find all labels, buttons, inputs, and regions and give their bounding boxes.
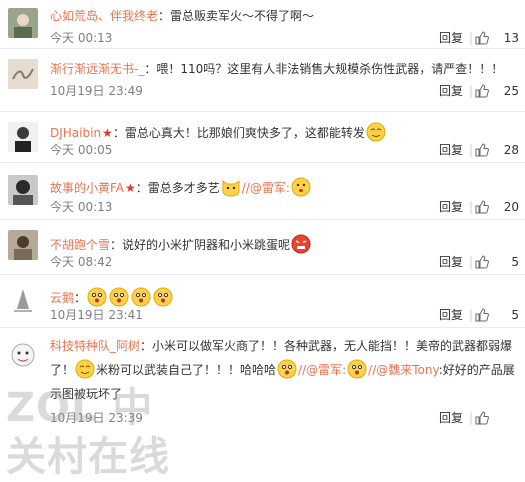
comment-time: 今天 08:42 [50,255,113,269]
smiley-emoji-icon [75,359,95,379]
reply-button[interactable]: 回复 [439,142,463,158]
avatar[interactable] [8,230,38,260]
like-button[interactable]: 25 [475,83,519,99]
comment-text: ：雷总贩卖军火～不得了啊～ [158,9,315,23]
reply-button[interactable]: 回复 [439,30,463,46]
avatar[interactable] [8,175,38,205]
comment-text: ：喂！110吗？这里有人非法销售大规模杀伤性武器，请严查！！！ [144,62,504,76]
comment-text: ： [74,291,87,305]
thumb-up-icon [475,411,489,425]
comment-username[interactable]: DJHaibin [50,126,101,140]
thumb-up-icon [475,143,489,157]
reply-button[interactable]: 回复 [439,254,463,270]
reply-button[interactable]: 回复 [439,83,463,99]
mention-link[interactable]: //@雷军: [298,363,346,377]
comment-username[interactable]: 不胡跑个雪 [50,238,110,252]
reply-button[interactable]: 回复 [439,307,463,323]
cat-emoji-icon [222,180,240,197]
surprised-emoji-icon [109,287,129,307]
like-button[interactable]: 20 [475,199,519,215]
comment-text-continued: 米粉可以武装自己了！！！哈哈哈 [96,363,277,377]
avatar[interactable] [8,122,38,152]
like-count: 20 [503,200,519,214]
surprised-emoji-icon [131,287,151,307]
smiley-emoji-icon [366,122,386,142]
surprised-emoji-icon [347,359,367,379]
like-button[interactable]: 13 [475,30,519,46]
thumb-up-icon [475,255,489,269]
divider: | [468,255,473,269]
divider: | [468,411,473,425]
comment-text: ：说好的小米扩阴器和小米跳蛋呢 [110,238,291,252]
comment-item: 科技特种队_阿树：小米可以做军火商了！！各种武器，无人能挡！！美帝的武器都弱爆了… [0,328,525,438]
comment-time: 10月19日 23:49 [50,84,143,98]
thumb-up-icon [475,31,489,45]
like-count: 5 [511,308,519,322]
comment-time: 10月19日 23:41 [50,308,143,322]
vip-badge-icon: ★ [102,126,113,140]
comment-text: ：雷总多才多艺 [135,181,220,195]
comment-username[interactable]: 心如荒岛、伴我终老 [50,9,158,23]
comment-time: 今天 00:13 [50,31,113,45]
like-button[interactable]: 5 [475,254,519,270]
avatar[interactable] [8,8,38,38]
comment-time: 今天 00:13 [50,200,113,214]
comment-item: 心如荒岛、伴我终老：雷总贩卖军火～不得了啊～ 今天 00:13 回复 | 13 [0,0,525,49]
like-count: 13 [503,31,519,45]
comment-item: 云鹅： 10月19日 23:41 回复 | 5 [0,275,525,328]
comment-username[interactable]: 故事的小黄FA [50,181,124,195]
like-button[interactable]: 5 [475,307,519,323]
mention-link[interactable]: //@魏来Tony [368,363,439,377]
avatar[interactable] [8,59,38,89]
avatar[interactable] [8,285,38,315]
surprised-emoji-icon [277,359,297,379]
divider: | [468,143,473,157]
angry-emoji-icon [291,234,311,254]
comment-time: 10月19日 23:39 [50,411,143,425]
comment-item: DJHaibin★：雷总心真大！比那娘们爽快多了，这都能转发 今天 00:05 … [0,112,525,163]
like-button[interactable]: 28 [475,142,519,158]
mention-link[interactable]: //@雷军: [242,181,290,195]
comment-item: 故事的小黄FA★：雷总多才多艺 //@雷军: 今天 00:13 回复 | 20 [0,163,525,220]
divider: | [468,308,473,322]
divider: | [468,200,473,214]
comment-item: 渐行渐远渐无书-_：喂！110吗？这里有人非法销售大规模杀伤性武器，请严查！！！… [0,49,525,112]
comment-username[interactable]: 科技特种队_阿树 [50,339,140,353]
like-count: 25 [503,84,519,98]
comment-username[interactable]: 云鹅 [50,291,74,305]
divider: | [468,84,473,98]
avatar[interactable] [8,340,38,370]
thumb-up-icon [475,84,489,98]
comment-username[interactable]: 渐行渐远渐无书-_ [50,62,144,76]
surprised-emoji-icon [87,287,107,307]
comment-list: 心如荒岛、伴我终老：雷总贩卖军火～不得了啊～ 今天 00:13 回复 | 13 … [0,0,525,438]
comment-text: ：雷总心真大！比那娘们爽快多了，这都能转发 [112,126,365,140]
comment-time: 今天 00:05 [50,143,113,157]
reply-button[interactable]: 回复 [439,199,463,215]
surprised-emoji-icon [153,287,173,307]
divider: | [468,31,473,45]
thumb-up-icon [475,200,489,214]
reply-button[interactable]: 回复 [439,410,463,426]
smiley-emoji-icon [291,177,311,197]
like-count: 28 [503,143,519,157]
vip-badge-icon: ★ [125,181,136,195]
thumb-up-icon [475,308,489,322]
like-count: 5 [511,255,519,269]
comment-item: 不胡跑个雪：说好的小米扩阴器和小米跳蛋呢 今天 08:42 回复 | 5 [0,220,525,275]
